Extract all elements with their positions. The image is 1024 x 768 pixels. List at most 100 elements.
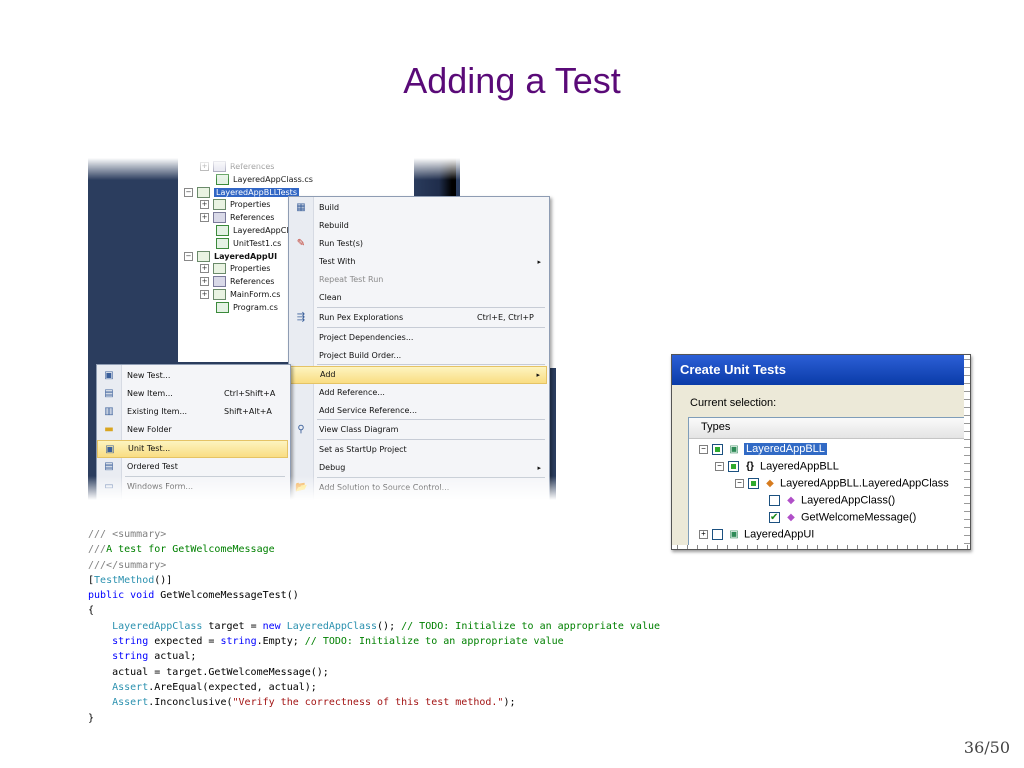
submenu-item[interactable]: ▥ Existing Item... Shift+Alt+A xyxy=(97,403,288,421)
expander-icon[interactable]: − xyxy=(184,187,193,197)
context-menu-item[interactable]: ⚲ View Class Diagram xyxy=(289,421,547,439)
submenu-item[interactable]: ▣ Unit Test... xyxy=(97,440,288,458)
context-menu-item[interactable]: Project Dependencies... xyxy=(289,329,547,347)
tree-item[interactable]: + References xyxy=(200,211,274,224)
tree-item[interactable]: + Properties xyxy=(200,198,270,211)
expander-icon[interactable]: − xyxy=(699,445,708,454)
checkbox[interactable] xyxy=(712,444,723,455)
submenu-item[interactable]: ▭ Windows Form... xyxy=(97,478,288,496)
csharp-file-icon xyxy=(216,225,229,236)
code-line: public void GetWelcomeMessageTest() xyxy=(88,588,660,603)
submenu-arrow-icon: ▸ xyxy=(537,464,541,472)
submenu-item[interactable]: ▤ Ordered Test xyxy=(97,458,288,476)
code-listing: /// <summary> ///A test for GetWelcomeMes… xyxy=(88,527,660,726)
context-menu-item[interactable]: Repeat Test Run xyxy=(289,271,547,289)
code-token: GetWelcomeMessageTest() xyxy=(154,590,299,602)
menu-item-label: Debug xyxy=(319,463,346,472)
project-icon xyxy=(197,250,210,262)
code-token: (); xyxy=(377,620,402,632)
code-token: Assert xyxy=(112,697,149,709)
submenu-item[interactable]: ▤ New Item... Ctrl+Shift+A xyxy=(97,385,288,403)
menu-item-shortcut: Ctrl+Shift+A xyxy=(224,389,276,398)
code-line: { xyxy=(88,603,660,618)
code-token: target = xyxy=(202,620,263,632)
dialog-title: Create Unit Tests xyxy=(680,362,786,377)
context-menu-item[interactable]: Add Reference... xyxy=(289,384,547,402)
type-tree-item[interactable]: − ◆ LayeredAppBLL.LayeredAppClass xyxy=(735,475,949,492)
references-icon xyxy=(213,212,226,224)
types-column-header[interactable]: Types xyxy=(689,418,970,439)
ordered-test-icon: ▤ xyxy=(104,461,114,472)
menu-item-label: Add Service Reference... xyxy=(319,406,418,415)
tree-item[interactable]: Program.cs xyxy=(216,301,278,314)
type-tree-item[interactable]: − ▣ LayeredAppBLL xyxy=(699,441,827,458)
context-menu-item[interactable]: Add Service Reference... xyxy=(289,402,547,420)
code-token: string xyxy=(220,636,257,648)
torn-edge-right xyxy=(964,355,970,549)
expander-icon[interactable]: − xyxy=(715,462,724,471)
type-tree-label: LayeredAppUI xyxy=(744,528,815,541)
tree-item[interactable]: UnitTest1.cs xyxy=(216,237,281,250)
code-token: LayeredAppClass xyxy=(112,620,203,632)
submenu-item[interactable]: ▣ New Test... xyxy=(97,367,288,385)
menu-item-label: Repeat Test Run xyxy=(319,275,384,284)
tree-item[interactable]: LayeredAppCl xyxy=(216,224,289,237)
code-token: { xyxy=(88,605,95,617)
type-tree-item[interactable]: ◆ GetWelcomeMessage() xyxy=(769,509,916,526)
type-tree-item[interactable]: − {} LayeredAppBLL xyxy=(715,458,839,475)
tree-item[interactable]: + MainForm.cs xyxy=(200,288,280,301)
code-token: void xyxy=(130,590,155,602)
expander-icon[interactable]: − xyxy=(735,479,744,488)
context-menu-item[interactable]: Test With ▸ xyxy=(289,253,547,271)
expander-icon[interactable]: + xyxy=(200,162,209,171)
tree-item[interactable]: LayeredAppClass.cs xyxy=(216,173,313,186)
menu-item-label: Rebuild xyxy=(319,221,349,230)
context-menu-item[interactable]: ▦ Build xyxy=(289,199,547,217)
menu-item-label: New Folder xyxy=(127,425,172,434)
expander-icon[interactable]: + xyxy=(200,200,209,210)
checkbox[interactable] xyxy=(769,509,780,526)
context-menu-item[interactable]: Add ▸ xyxy=(289,366,547,384)
context-menu-item[interactable]: 📂 Add Solution to Source Control... xyxy=(289,479,547,497)
checkbox[interactable] xyxy=(748,478,759,489)
menu-item-label: Existing Item... xyxy=(127,407,188,416)
tree-item[interactable]: − LayeredAppUI xyxy=(184,250,277,263)
context-menu-item[interactable]: ⇶ Run Pex Explorations Ctrl+E, Ctrl+P xyxy=(289,309,547,327)
tree-item[interactable]: − LayeredAppBLLTests xyxy=(184,186,299,199)
checkbox[interactable] xyxy=(712,529,723,540)
type-tree-item[interactable]: ◆ LayeredAppClass() xyxy=(769,492,895,509)
type-tree-label: LayeredAppBLL xyxy=(760,460,839,473)
code-token: actual = target.GetWelcomeMessage(); xyxy=(88,666,329,678)
code-line: Assert.Inconclusive("Verify the correctn… xyxy=(88,695,660,710)
tree-item[interactable]: + References xyxy=(200,160,274,173)
tree-item[interactable]: + References xyxy=(200,275,274,288)
context-menu-item[interactable]: Set as StartUp Project xyxy=(289,441,547,459)
csharp-file-icon xyxy=(216,173,229,185)
new-item-icon: ▤ xyxy=(104,388,114,399)
submenu-item[interactable]: ▬ New Folder xyxy=(97,421,288,439)
expander-icon[interactable]: − xyxy=(184,251,193,261)
submenu-arrow-icon: ▸ xyxy=(537,258,541,266)
context-menu-item[interactable]: ✎ Run Test(s) xyxy=(289,235,547,253)
expander-icon[interactable]: + xyxy=(200,277,209,287)
code-line: [TestMethod()] xyxy=(88,573,660,588)
menu-item-label: Ordered Test xyxy=(127,462,178,471)
context-menu-item[interactable]: Rebuild xyxy=(289,217,547,235)
context-menu-item[interactable]: Clean xyxy=(289,289,547,307)
checkbox[interactable] xyxy=(769,495,780,506)
code-line: ///</summary> xyxy=(88,558,660,573)
code-token: A test for GetWelcomeMessage xyxy=(106,544,275,556)
type-tree-item[interactable]: + ▣ LayeredAppUI xyxy=(699,526,814,543)
expander-icon[interactable]: + xyxy=(200,264,209,274)
source-control-icon: 📂 xyxy=(295,482,308,493)
expander-icon[interactable]: + xyxy=(200,213,209,223)
tree-item[interactable]: + Properties xyxy=(200,262,270,275)
context-menu-item[interactable]: Debug ▸ xyxy=(289,459,547,477)
unit-test-icon: ▣ xyxy=(105,444,115,455)
context-menu-item[interactable]: Project Build Order... xyxy=(289,347,547,365)
expander-icon[interactable]: + xyxy=(699,530,708,539)
code-token: ()] xyxy=(154,574,173,586)
expander-icon[interactable]: + xyxy=(200,290,209,299)
checkbox[interactable] xyxy=(728,461,739,472)
